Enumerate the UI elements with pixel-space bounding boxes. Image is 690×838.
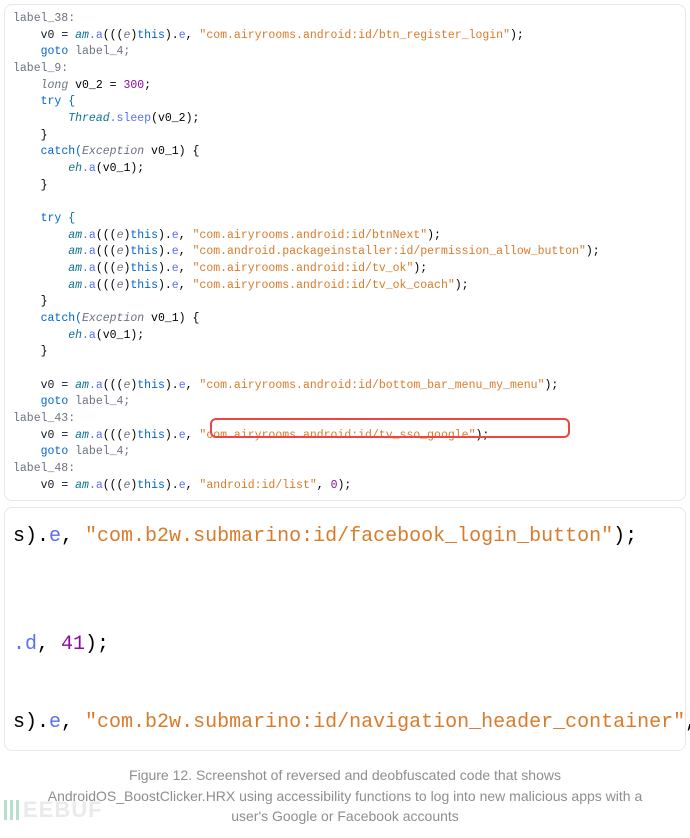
caption-line-2: AndroidOS_BoostClicker.HRX using accessi… [48, 788, 643, 804]
label-38: label_38: [13, 12, 75, 25]
code-card-2: s).e, "com.b2w.submarino:id/facebook_log… [4, 507, 686, 751]
figure-caption: EEBUF Figure 12. Screenshot of reversed … [4, 751, 686, 834]
string-btn-register-login: "com.airyrooms.android:id/btn_register_l… [199, 29, 510, 42]
code2-line-1: s).e, "com.b2w.submarino:id/facebook_log… [13, 524, 677, 550]
caption-line-1: Figure 12. Screenshot of reversed and de… [129, 767, 561, 783]
gap-1 [13, 556, 677, 626]
label-9: label_9: [13, 62, 68, 75]
watermark: EEBUF [4, 794, 103, 826]
string-bottom-bar-my-menu: "com.airyrooms.android:id/bottom_bar_men… [199, 379, 544, 392]
string-btnnext: "com.airyrooms.android:id/btnNext" [193, 229, 428, 242]
string-android-list: "android:id/list" [199, 479, 316, 492]
string-sso-google: "com.airyrooms.android:id/tv_sso_google" [199, 429, 475, 442]
label-43: label_43: [13, 412, 75, 425]
watermark-bars-icon [4, 800, 19, 820]
string-permission: "com.android.packageinstaller:id/permiss… [193, 245, 586, 258]
code2-line-2: .d, 41); [13, 632, 677, 658]
watermark-text: EEBUF [23, 794, 103, 826]
string-tv-ok-coach: "com.airyrooms.android:id/tv_ok_coach" [193, 279, 455, 292]
code2-line-3: s).e, "com.b2w.submarino:id/navigation_h… [13, 710, 677, 736]
string-tv-ok: "com.airyrooms.android:id/tv_ok" [193, 262, 414, 275]
gap-2 [13, 664, 677, 704]
string-nav-header: "com.b2w.submarino:id/navigation_header_… [85, 711, 685, 734]
label-48: label_48: [13, 462, 75, 475]
code-card-1: label_38: v0 = am.a(((e)this).e, "com.ai… [4, 4, 686, 501]
code-pre-1: label_38: v0 = am.a(((e)this).e, "com.ai… [13, 11, 681, 494]
code-block-1: label_38: v0 = am.a(((e)this).e, "com.ai… [13, 11, 681, 494]
string-facebook-login: "com.b2w.submarino:id/facebook_login_but… [85, 525, 613, 548]
caption-line-3: user's Google or Facebook accounts [231, 808, 459, 824]
